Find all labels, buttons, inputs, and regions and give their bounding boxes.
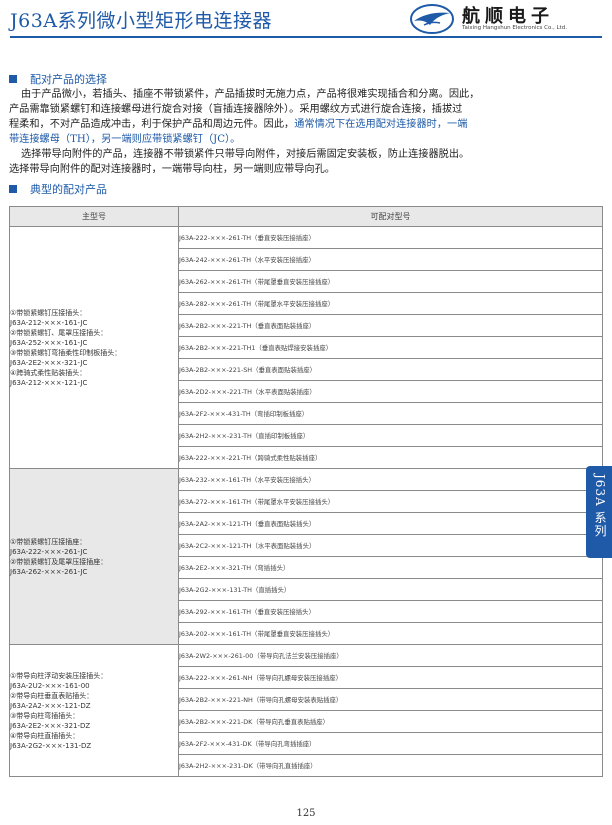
pair-model-cell: J63A-2H2-×××-231-TH（直插印制板插座） (178, 424, 603, 447)
pair-model-cell: J63A-282-×××-261-TH（带尾罩水平安装压接插座） (178, 292, 603, 315)
body-line-5: 选择带导向附件的产品，连接器不带锁紧件只带导向附件，对接后需固定安装板，防止连接… (21, 149, 470, 160)
main-model-line: ①带锁紧螺钉压接插头： (10, 308, 87, 317)
main-model-line: ④跨骑式柔性贴装插头： (10, 368, 87, 377)
main-model-line: ①带导向柱浮动安装压接插头： (10, 671, 108, 680)
main-model-line: ②带导向柱垂直表贴插头： (10, 691, 94, 700)
section-heading-typical: 典型的配对产品 (9, 181, 107, 197)
body-line-6: 选择带导向附件的配对连接器时，一端带导向柱，另一端则应带导向孔。 (9, 164, 335, 175)
table-row: ①带锁紧螺钉压接插座： J63A-222-×××-261-JC ②带锁紧螺钉及尾罩压… (9, 468, 603, 645)
pair-model-cell: J63A-222-×××-221-TH（跨骑式柔性贴装插座） (178, 446, 603, 469)
pair-model-cell: J63A-2B2-×××-221-DK（带导向孔垂直表贴插座） (178, 710, 603, 733)
section-body-pairing: 由于产品微小，若插头、插座不带锁紧件，产品插拔时无施力点，产品将很难实现插合和分… (9, 87, 605, 177)
pair-model-cell: J63A-2D2-×××-221-TH（水平表面贴装插座） (178, 380, 603, 403)
brand-logo: 航顺电子 Taixing Hangshun Electronics Co., L… (410, 3, 606, 35)
main-model-cell: ①带导向柱浮动安装压接插头： J63A-2U2-×××-161-00 ②带导向柱垂直… (9, 644, 179, 777)
page-title: J63A系列微小型矩形电连接器 (10, 10, 273, 32)
main-model-line: ④带导向柱直插插头： (10, 731, 80, 740)
table-row: ①带锁紧螺钉压接插头： J63A-212-×××-161-JC ②带锁紧螺钉、尾罩压… (9, 226, 603, 469)
pair-model-cell: J63A-2B2-×××-221-TH1（垂直表贴焊接安装插座） (178, 336, 603, 359)
pair-model-cell: J63A-2H2-×××-231-DK（带导向孔直插插座） (178, 754, 603, 777)
pair-model-cell: J63A-2B2-×××-221-SH（垂直表面贴装插座） (178, 358, 603, 381)
main-model-line: ②带锁紧螺钉及尾罩压接插座： (10, 557, 108, 566)
main-model-cell: ①带锁紧螺钉压接插座： J63A-222-×××-261-JC ②带锁紧螺钉及尾罩压… (9, 468, 179, 645)
pair-model-cell: J63A-222-×××-261-TH（垂直安装压接插座） (178, 226, 603, 249)
main-model-line: J63A-2E2-×××-321-JC (10, 358, 88, 367)
main-model-line: J63A-2E2-×××-321-DZ (10, 721, 91, 730)
main-model-line: J63A-252-×××-161-JC (10, 338, 88, 347)
series-side-tab: J63A 系列 (586, 466, 612, 558)
section-heading-pairing: 配对产品的选择 (9, 71, 107, 87)
main-model-line: J63A-2A2-×××-121-DZ (10, 701, 91, 710)
pair-model-cell: J63A-2E2-×××-321-TH（弯插插头） (178, 556, 603, 579)
square-bullet-icon (9, 185, 17, 193)
main-model-line: J63A-262-×××-261-JC (10, 567, 88, 576)
main-model-line: ③带锁紧螺钉弯插柔性印制板插头： (10, 348, 122, 357)
pair-model-cell: J63A-2W2-×××-261-00（带导向孔法兰安装压接插座） (178, 644, 603, 667)
main-model-cell: ①带锁紧螺钉压接插头： J63A-212-×××-161-JC ②带锁紧螺钉、尾罩压… (9, 226, 179, 469)
body-line-3: 程柔和，不对产品造成冲击，利于保护产品和周边元件。因此，通常情况下在选用配对连接… (9, 119, 468, 130)
main-model-line: J63A-222-×××-261-JC (10, 547, 88, 556)
main-model-line: ③带导向柱弯插插头： (10, 711, 80, 720)
col-header-main: 主型号 (9, 206, 179, 227)
header-rule (10, 36, 602, 38)
page-number: 125 (296, 808, 316, 819)
brand-name-en: Taixing Hangshun Electronics Co., Ltd. (462, 25, 567, 31)
col-header-pair: 可配对型号 (178, 206, 603, 227)
pair-model-cell: J63A-242-×××-261-TH（水平安装压接插座） (178, 248, 603, 271)
swallow-logo-icon (410, 4, 454, 34)
main-model-line: J63A-212-×××-121-JC (10, 378, 88, 387)
pair-model-cell: J63A-2C2-×××-121-TH（水平表面贴装插头） (178, 534, 603, 557)
pair-model-cell: J63A-2F2-×××-431-TH（弯插印制板插座） (178, 402, 603, 425)
body-line-4: 带连接螺母（TH），另一端则应带锁紧螺钉（JC）。 (9, 134, 241, 145)
pair-model-cell: J63A-202-×××-161-TH（带尾罩垂直安装压接插头） (178, 622, 603, 645)
pair-model-cell: J63A-2F2-×××-431-DK（带导向孔弯插插座） (178, 732, 603, 755)
table-row: ①带导向柱浮动安装压接插头： J63A-2U2-×××-161-00 ②带导向柱垂直… (9, 644, 603, 777)
pair-model-cell: J63A-292-×××-161-TH（垂直安装压接插头） (178, 600, 603, 623)
main-model-line: ①带锁紧螺钉压接插座： (10, 537, 87, 546)
body-line-1: 由于产品微小，若插头、插座不带锁紧件，产品插拔时无施力点，产品将很难实现插合和分… (21, 89, 480, 100)
highlight-text: 通常情况下在选用配对连接器时，一端 (294, 119, 468, 130)
main-model-line: ②带锁紧螺钉、尾罩压接插头： (10, 328, 108, 337)
pair-model-cell: J63A-2B2-×××-221-TH（垂直表面贴装插座） (178, 314, 603, 337)
pair-model-cell: J63A-232-×××-161-TH（水平安装压接插头） (178, 468, 603, 491)
pair-model-cell: J63A-2A2-×××-121-TH（垂直表面贴装插头） (178, 512, 603, 535)
main-model-line: J63A-2G2-×××-131-DZ (10, 741, 92, 750)
pair-model-cell: J63A-222-×××-261-NH（带导向孔螺母安装压接插座） (178, 666, 603, 689)
pair-model-cell: J63A-262-×××-261-TH（带尾罩垂直安装压接插座） (178, 270, 603, 293)
main-model-line: J63A-2U2-×××-161-00 (10, 681, 90, 690)
pair-model-cell: J63A-2B2-×××-221-NH（带导向孔螺母安装表贴插座） (178, 688, 603, 711)
square-bullet-icon (9, 75, 17, 83)
pair-model-cell: J63A-272-×××-161-TH（带尾罩水平安装压接插头） (178, 490, 603, 513)
main-model-line: J63A-212-×××-161-JC (10, 318, 88, 327)
pair-model-cell: J63A-2G2-×××-131-TH（直插插头） (178, 578, 603, 601)
pairing-table: 主型号 可配对型号 ①带锁紧螺钉压接插头： J63A-212-×××-161-JC… (9, 206, 603, 777)
body-line-2: 产品需靠锁紧螺钉和连接螺母进行旋合对接（盲插连接器除外）。采用螺纹方式进行旋合连… (9, 104, 463, 115)
